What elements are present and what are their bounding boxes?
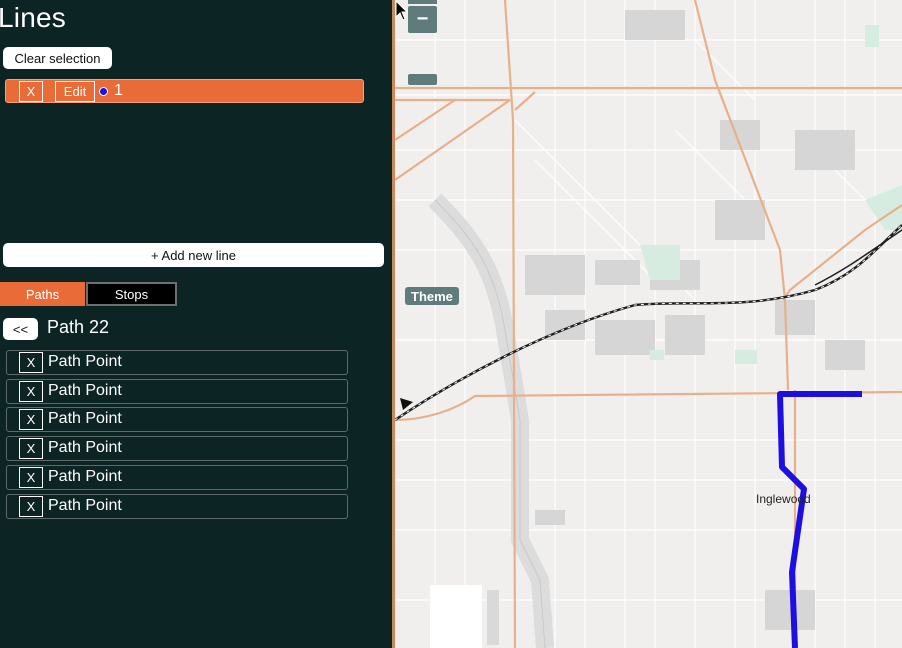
path-point-row[interactable]: X Path Point: [6, 350, 348, 375]
remove-path-point-button[interactable]: X: [19, 467, 43, 488]
path-point-row[interactable]: X Path Point: [6, 436, 348, 461]
path-title: Path 22: [47, 317, 110, 337]
path-point-label: Path Point: [48, 382, 122, 399]
tab-stops[interactable]: Stops: [86, 282, 177, 306]
place-label: Inglewood: [756, 492, 811, 506]
line-list-item[interactable]: X Edit 1: [5, 79, 364, 103]
mouse-cursor-icon: [395, 0, 409, 21]
add-new-line-button[interactable]: + Add new line: [3, 243, 384, 267]
map-canvas[interactable]: [395, 0, 902, 648]
path-point-label: Path Point: [48, 353, 122, 370]
path-point-label: Path Point: [48, 497, 122, 514]
parcel: [430, 585, 482, 648]
remove-path-point-button[interactable]: X: [19, 381, 43, 402]
theme-button[interactable]: Theme: [405, 287, 459, 305]
back-button[interactable]: <<: [3, 318, 38, 340]
bus-route-path[interactable]: [777, 391, 862, 648]
parcel: [487, 590, 499, 645]
remove-path-point-button[interactable]: X: [19, 438, 43, 459]
lines-panel: Lines Clear selection X Edit 1 + Add new…: [0, 0, 392, 648]
map-view[interactable]: − Theme Inglewood: [395, 0, 902, 648]
remove-line-button[interactable]: X: [19, 81, 43, 102]
path-point-row[interactable]: X Path Point: [6, 494, 348, 519]
clear-selection-button[interactable]: Clear selection: [3, 47, 112, 69]
remove-path-point-button[interactable]: X: [19, 352, 43, 373]
map-control[interactable]: [408, 74, 437, 85]
line-color-dot: [99, 87, 108, 96]
tab-paths[interactable]: Paths: [0, 282, 85, 306]
edit-line-button[interactable]: Edit: [55, 81, 95, 102]
path-point-label: Path Point: [48, 468, 122, 485]
path-point-row[interactable]: X Path Point: [6, 379, 348, 404]
parks: [640, 25, 902, 364]
zoom-in-button[interactable]: [408, 0, 437, 4]
path-point-label: Path Point: [48, 439, 122, 456]
path-point-label: Path Point: [48, 410, 122, 427]
zoom-out-button[interactable]: −: [408, 6, 437, 33]
path-point-row[interactable]: X Path Point: [6, 407, 348, 432]
remove-path-point-button[interactable]: X: [19, 409, 43, 430]
remove-path-point-button[interactable]: X: [19, 496, 43, 517]
line-name: 1: [114, 82, 123, 99]
path-point-row[interactable]: X Path Point: [6, 465, 348, 490]
panel-title: Lines: [0, 2, 66, 33]
